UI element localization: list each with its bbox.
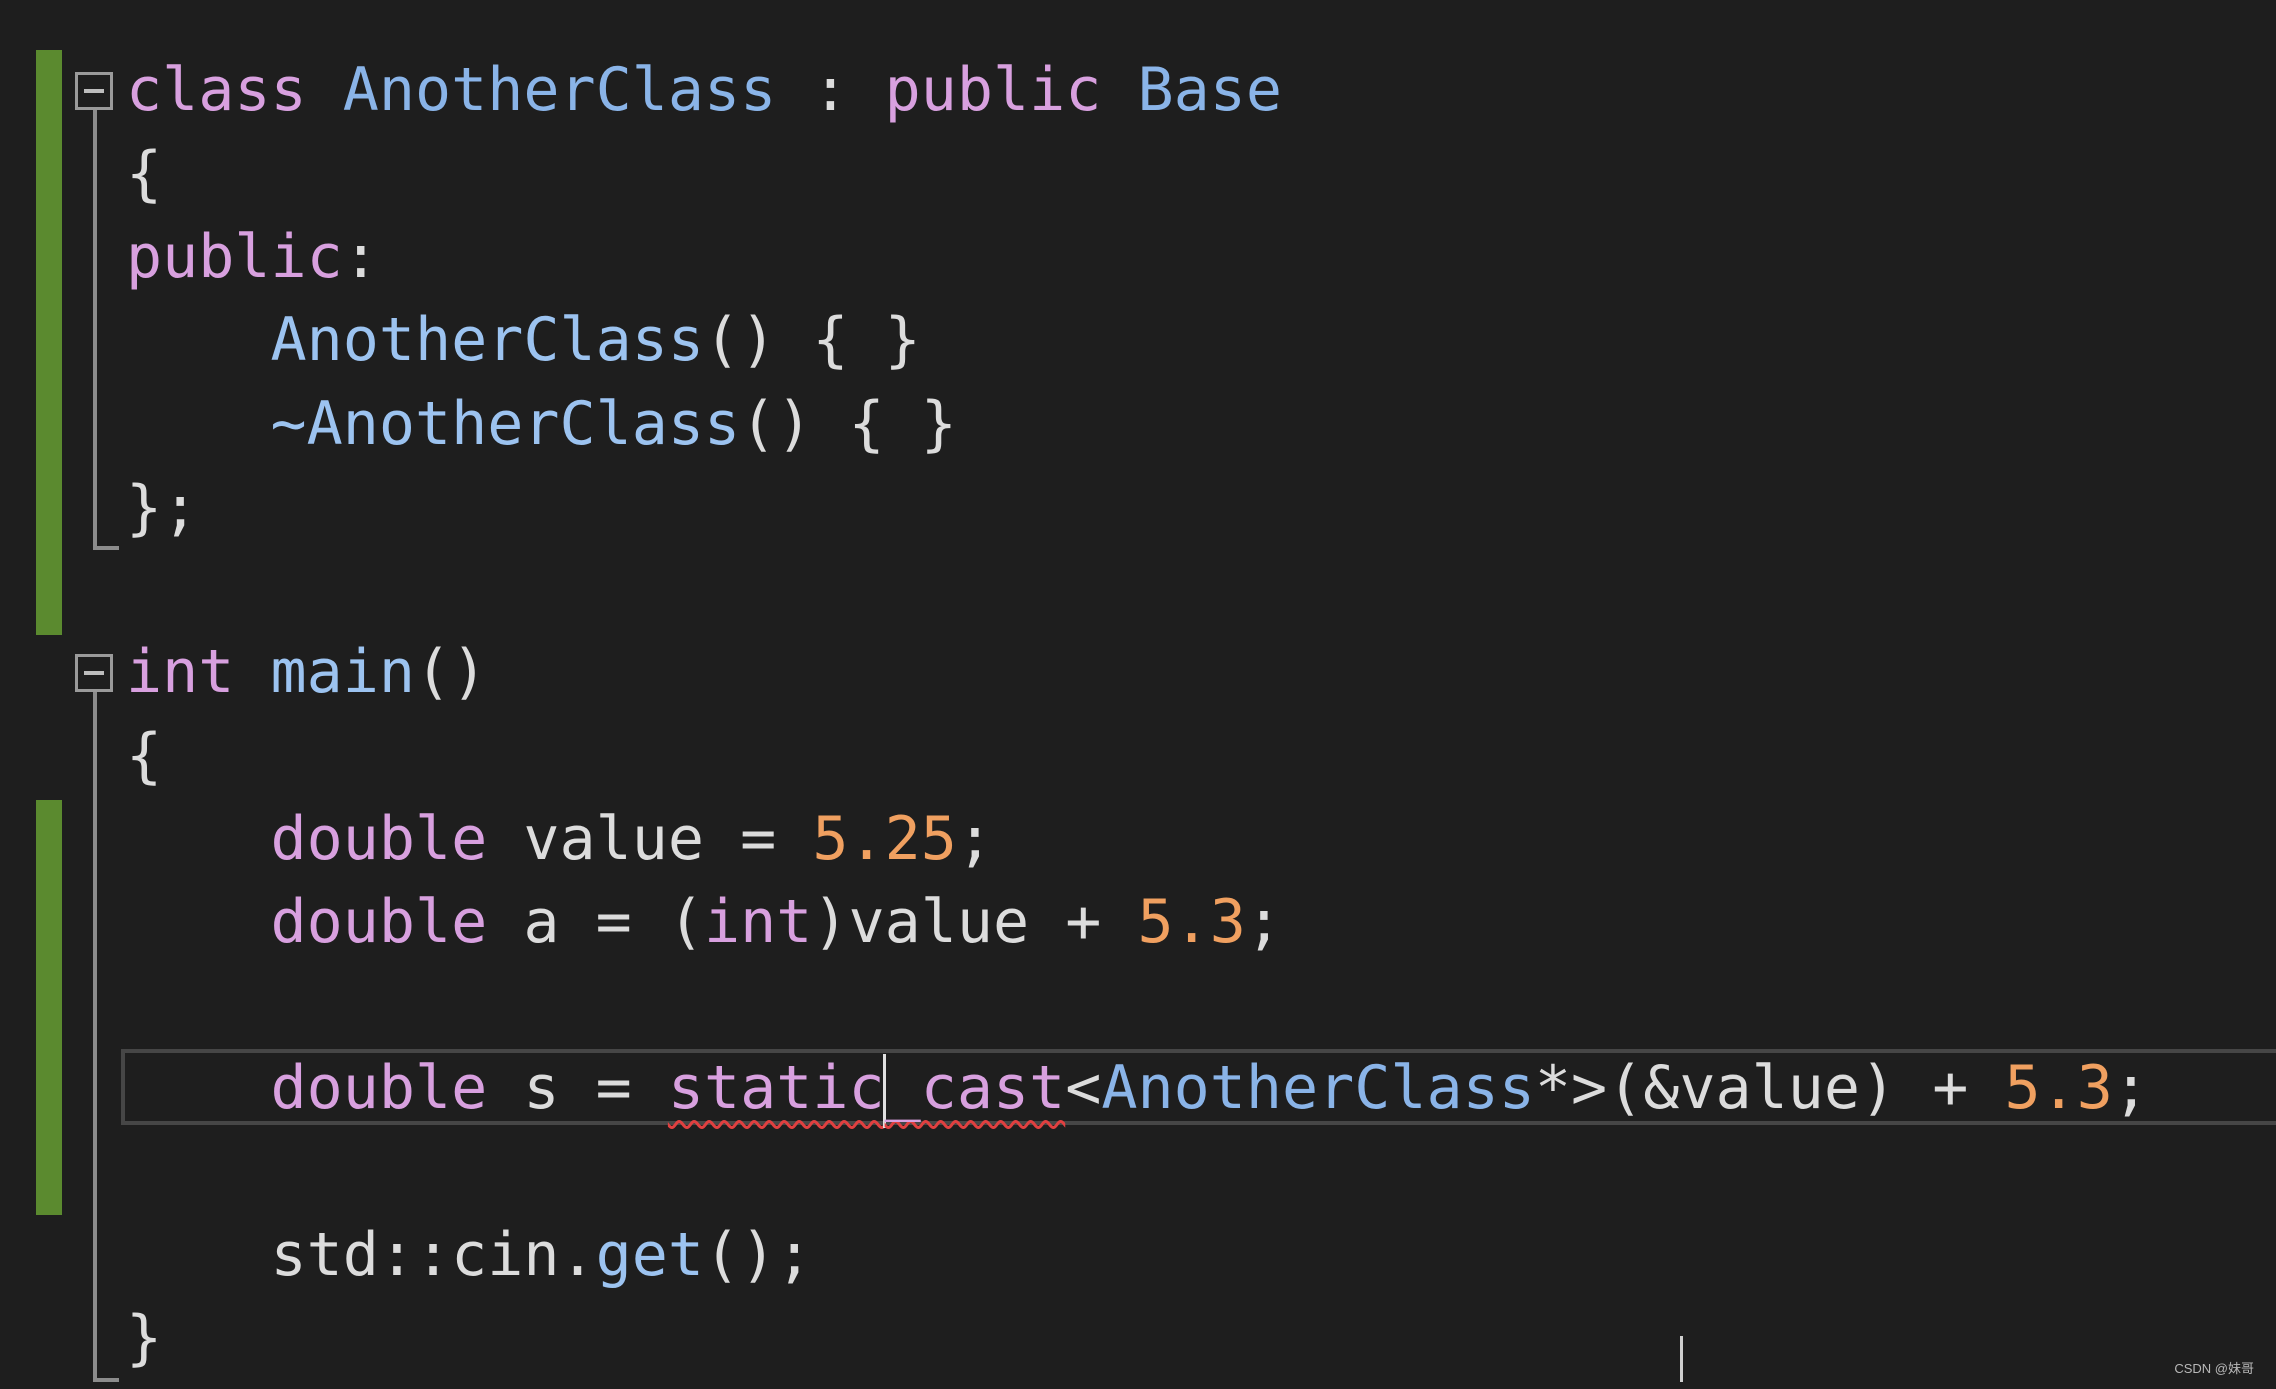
code-line-class-decl[interactable]: class AnotherClass : public Base [126, 48, 1282, 132]
code-line-main-decl[interactable]: int main() [126, 630, 487, 714]
template-open: < [1065, 1053, 1102, 1123]
keyword-class: class [126, 55, 307, 125]
destructor-name: ~AnotherClass [270, 389, 741, 459]
code-line-a-decl[interactable]: double a = (int)value + 5.3; [126, 880, 1282, 964]
base-class-name: Base [1137, 55, 1282, 125]
collapse-main-icon[interactable] [75, 654, 113, 692]
cast-type-int: int [704, 887, 813, 957]
destructor-body: () { } [740, 389, 957, 459]
std-cin: std::cin. [270, 1220, 596, 1290]
function-main: main [270, 637, 416, 707]
call-end: (); [703, 1220, 813, 1290]
access-colon: : [342, 222, 379, 292]
fold-guide-class [93, 110, 97, 550]
code-line-cin-get[interactable]: std::cin.get(); [126, 1213, 813, 1297]
type-double: double [270, 887, 488, 957]
code-line-destructor[interactable]: ~AnotherClass() { } [126, 382, 957, 466]
a-decl: a = ( [487, 887, 704, 957]
fold-end-main [93, 1378, 119, 1382]
semicolon: ; [956, 804, 993, 874]
static-cast-keyword-part1: static [667, 1053, 885, 1123]
cast-target-rest: *>(&value) + [1534, 1053, 2005, 1123]
main-parens: () [415, 637, 488, 707]
main-brace-close: } [126, 1303, 163, 1373]
code-line-main-close-brace[interactable]: } [126, 1296, 162, 1380]
value-decl: value = [487, 804, 813, 874]
cast-expression: )value + [812, 887, 1138, 957]
brace-open: { [126, 139, 163, 209]
cast-target-type: AnotherClass [1101, 1053, 1535, 1123]
watermark: CSDN @妹哥 [2174, 1361, 2254, 1376]
keyword-int: int [126, 637, 235, 707]
code-line-static-cast[interactable]: double s = static_cast<AnotherClass*>(&v… [126, 1046, 2149, 1130]
type-double: double [270, 1053, 488, 1123]
number-literal: 5.3 [1137, 887, 1246, 957]
code-line-constructor[interactable]: AnotherClass() { } [126, 298, 921, 382]
number-literal: 5.3 [2004, 1053, 2113, 1123]
static-cast-keyword-part2: _cast [884, 1053, 1066, 1123]
type-double: double [270, 804, 488, 874]
code-line-access-specifier[interactable]: public: [126, 215, 379, 299]
code-line-class-close-brace[interactable]: }; [126, 466, 198, 550]
inheritance-colon: : [776, 55, 885, 125]
function-get: get [595, 1220, 704, 1290]
mouse-ibeam-icon [1680, 1336, 1683, 1382]
number-literal: 5.25 [812, 804, 957, 874]
change-bar-main [36, 800, 62, 1215]
semicolon: ; [1245, 887, 1282, 957]
brace-close-semicolon: }; [126, 473, 199, 543]
class-name: AnotherClass [342, 55, 777, 125]
code-editor[interactable]: class AnotherClass : public Base { publi… [0, 0, 2276, 1389]
fold-guide-main [93, 692, 97, 1382]
constructor-body: () { } [703, 305, 921, 375]
code-line-class-open-brace[interactable]: { [126, 132, 162, 216]
s-decl: s = [487, 1053, 668, 1123]
keyword-public: public [884, 55, 1102, 125]
change-bar-class [36, 50, 62, 635]
collapse-class-icon[interactable] [75, 72, 113, 110]
main-brace-open: { [126, 721, 163, 791]
code-line-value-decl[interactable]: double value = 5.25; [126, 797, 993, 881]
semicolon: ; [2112, 1053, 2149, 1123]
constructor-name: AnotherClass [270, 305, 704, 375]
fold-end-class [93, 546, 119, 550]
access-public: public [126, 222, 343, 292]
code-line-main-open-brace[interactable]: { [126, 714, 162, 798]
